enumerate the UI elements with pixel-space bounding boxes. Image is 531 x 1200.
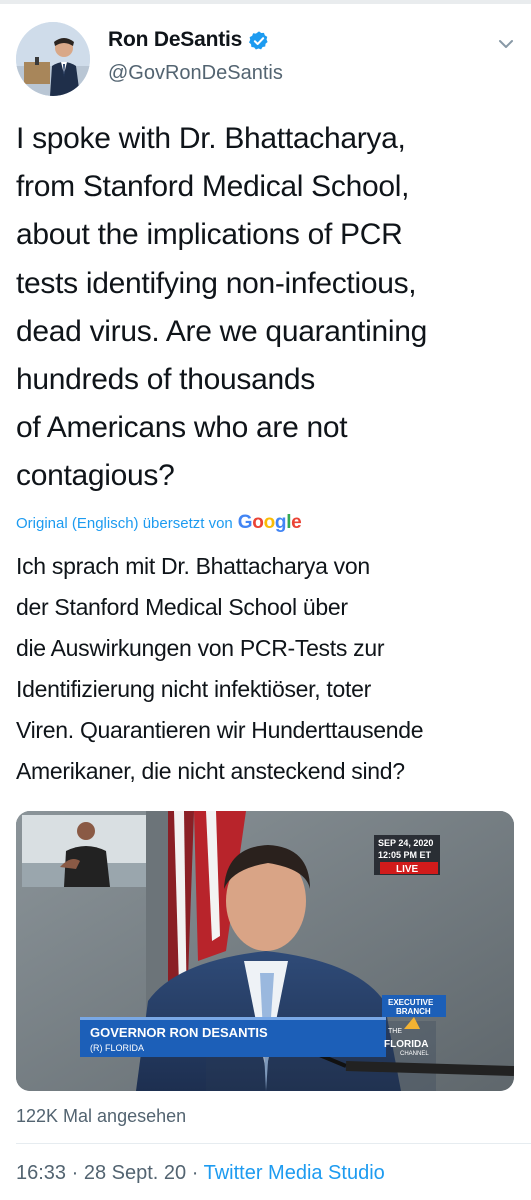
video-frame: SEP 24, 2020 12:05 PM ET LIVE EXECUTIVE … <box>16 811 514 1091</box>
tweet-date[interactable]: 28 Sept. 20 <box>84 1162 186 1184</box>
meta-separator: · <box>186 1162 204 1184</box>
tweet-text-line: I spoke with Dr. Bhattacharya, <box>16 122 406 155</box>
translated-text: Ich sprach mit Dr. Bhattacharya von der … <box>16 546 526 792</box>
tweet-text-line: dead virus. Are we quarantining <box>16 314 427 348</box>
avatar[interactable] <box>16 22 90 96</box>
translation-label[interactable]: Original (Englisch) übersetzt von <box>16 515 233 532</box>
tweet-text-line: of Americans who are not <box>16 411 348 445</box>
branch-label-2: BRANCH <box>396 1007 431 1016</box>
view-count: 122K Mal angesehen <box>16 1106 187 1126</box>
verified-badge-icon <box>249 31 268 50</box>
live-badge-label: LIVE <box>396 864 419 875</box>
lower-third-name: GOVERNOR RON DESANTIS <box>90 1025 268 1040</box>
top-divider <box>0 0 531 4</box>
translated-text-line: Amerikaner, die nicht ansteckend sind? <box>16 758 405 784</box>
avatar-image <box>16 22 90 96</box>
channel-the: THE <box>388 1028 402 1035</box>
translated-text-line: Ich sprach mit Dr. Bhattacharya von <box>16 553 370 579</box>
tweet-video[interactable]: SEP 24, 2020 12:05 PM ET LIVE EXECUTIVE … <box>16 811 514 1091</box>
author-handle[interactable]: @GovRonDeSantis <box>108 62 283 85</box>
channel-name: FLORIDA <box>384 1039 428 1050</box>
tweet-time[interactable]: 16:33 <box>16 1162 66 1184</box>
tweet-text-line: contagious? <box>16 459 175 493</box>
tweet-source-link[interactable]: Twitter Media Studio <box>204 1162 385 1184</box>
tweet-text-line: from Stanford Medical School, <box>16 170 410 204</box>
google-logo: Google <box>237 512 302 533</box>
tweet-text-line: tests identifying non-infectious, <box>16 266 417 300</box>
chevron-down-icon[interactable] <box>496 34 516 54</box>
tweet-text-line: about the implications of PCR <box>16 218 403 252</box>
tweet-metadata: 16:33 · 28 Sept. 20 · Twitter Media Stud… <box>16 1162 385 1185</box>
translated-text-line: die Auswirkungen von PCR-Tests zur <box>16 635 385 661</box>
author-display-name[interactable]: Ron DeSantis <box>108 28 242 52</box>
broadcast-time: 12:05 PM ET <box>378 850 432 860</box>
divider <box>16 1143 531 1144</box>
broadcast-date: SEP 24, 2020 <box>378 838 433 848</box>
branch-label-1: EXECUTIVE <box>388 998 434 1007</box>
channel-subtitle: CHANNEL <box>400 1051 429 1057</box>
translated-text-line: Identifizierung nicht infektiöser, toter <box>16 676 371 702</box>
tweet-text-line: hundreds of thousands <box>16 363 315 397</box>
translation-attribution[interactable]: Original (Englisch) übersetzt von Google <box>16 510 302 536</box>
lower-third-subtitle: (R) FLORIDA <box>90 1043 144 1053</box>
tweet-text: I spoke with Dr. Bhattacharya, from Stan… <box>16 115 521 501</box>
meta-separator: · <box>66 1162 84 1184</box>
translated-text-line: der Stanford Medical School über <box>16 594 348 620</box>
translated-text-line: Viren. Quarantieren wir Hunderttausende <box>16 717 424 743</box>
